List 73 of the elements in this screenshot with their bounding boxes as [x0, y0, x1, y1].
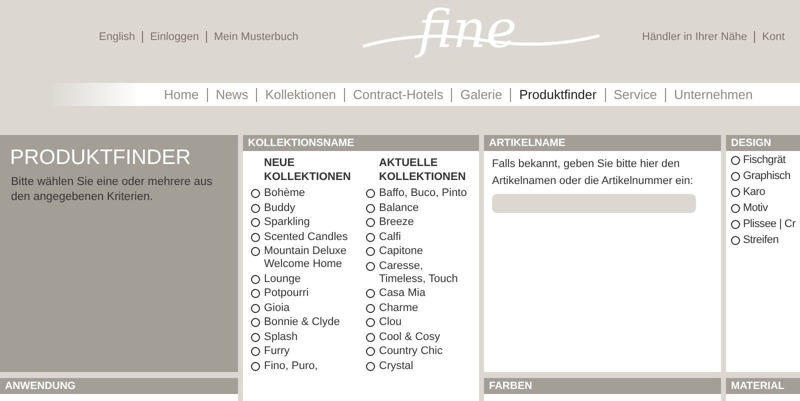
radio-button[interactable] — [251, 274, 260, 284]
radio-button[interactable] — [731, 188, 740, 197]
radio-button[interactable] — [251, 218, 260, 227]
radio-button[interactable] — [366, 218, 375, 227]
radio-button[interactable] — [251, 204, 260, 212]
radio-option[interactable]: Mountain Deluxe Welcome Home — [251, 245, 366, 271]
hint-text: Falls bekannt, geben Sie bitte hier den Artikelnamen oder die Artikelnummer ein: — [492, 157, 694, 189]
radio-button[interactable] — [731, 156, 740, 165]
radio-option[interactable]: Fischgrät — [731, 154, 800, 167]
column-heading: AKTUELLE KOLLEKTIONEN — [378, 156, 467, 184]
radio-button[interactable] — [366, 189, 375, 198]
radio-button[interactable] — [366, 232, 375, 242]
radio-option[interactable]: Breeze — [366, 216, 471, 229]
radio-option[interactable]: Cool & Cosy — [366, 330, 471, 344]
input-field[interactable] — [492, 194, 696, 213]
radio-button[interactable] — [731, 236, 740, 245]
radio-button[interactable] — [251, 232, 260, 242]
radio-option[interactable]: Crystal — [366, 360, 471, 372]
radio-button[interactable] — [251, 347, 260, 356]
radio-button[interactable] — [251, 318, 260, 327]
radio-option[interactable]: Plissee | Cr — [731, 218, 800, 231]
radio-option[interactable]: Furry — [251, 345, 366, 358]
radio-button[interactable] — [731, 220, 740, 229]
radio-button[interactable] — [366, 362, 375, 370]
radio-button[interactable] — [251, 362, 260, 370]
radio-button[interactable] — [366, 304, 375, 312]
radio-option[interactable]: Lounge — [251, 272, 366, 286]
radio-option[interactable]: Motiv — [731, 202, 800, 215]
radio-button[interactable] — [251, 304, 260, 312]
radio-button[interactable] — [366, 289, 375, 298]
section-header: DESIGN — [726, 135, 800, 151]
section-header: KOLLEKTIONSNAME — [243, 135, 479, 151]
radio-option[interactable]: Fino, Puro, — [251, 360, 366, 372]
radio-button[interactable] — [251, 289, 260, 298]
radio-button[interactable] — [731, 204, 740, 213]
radio-option[interactable]: Potpourri — [251, 287, 366, 300]
radio-button[interactable] — [366, 247, 375, 256]
radio-option[interactable]: Bohème — [251, 187, 366, 200]
radio-option[interactable]: Splash — [251, 330, 366, 344]
radio-option[interactable]: Sparkling — [251, 216, 366, 229]
radio-option[interactable]: Caresse, Timeless, Touch — [366, 260, 471, 286]
radio-option[interactable]: Buddy — [251, 202, 366, 214]
radio-button[interactable] — [251, 247, 260, 256]
radio-option[interactable]: Calfi — [366, 230, 471, 244]
nav-tab[interactable]: Produktfinder — [519, 84, 597, 104]
radio-button[interactable] — [366, 204, 375, 212]
radio-option[interactable]: Country Chic — [366, 345, 471, 358]
radio-option[interactable]: Scented Candles — [251, 230, 366, 244]
radio-option[interactable]: Streifen — [731, 234, 800, 247]
radio-option[interactable]: Charme — [366, 302, 471, 314]
radio-button[interactable] — [366, 347, 375, 356]
radio-option[interactable]: Capitone — [366, 245, 471, 258]
radio-option[interactable]: Clou — [366, 316, 471, 329]
radio-button[interactable] — [366, 332, 375, 342]
radio-option[interactable]: Gioia — [251, 302, 366, 314]
radio-option[interactable]: Graphisch — [731, 170, 800, 183]
radio-option[interactable]: Bonnie & Clyde — [251, 316, 366, 329]
radio-button[interactable] — [366, 318, 375, 327]
intro-text: Bitte wählen Sie eine oder mehrere aus den angegebenen Kriterien. — [10, 175, 214, 205]
radio-button[interactable] — [731, 172, 740, 181]
radio-button[interactable] — [251, 332, 260, 342]
radio-option[interactable]: Balance — [366, 202, 471, 214]
radio-button[interactable] — [251, 189, 260, 198]
column-heading: NEUE KOLLEKTIONEN — [263, 156, 352, 184]
section-header: MATERIAL — [726, 378, 800, 394]
section-header: ARTIKELNAME — [484, 135, 721, 151]
radio-option[interactable]: Karo — [731, 186, 800, 199]
page-title: PRODUKTFINDER — [10, 145, 192, 171]
radio-button[interactable] — [366, 262, 375, 270]
radio-option[interactable]: Baffo, Buco, Pinto — [366, 187, 471, 200]
section-header: FARBEN — [484, 378, 721, 394]
section-header: ANWENDUNG — [0, 378, 238, 394]
radio-option[interactable]: Casa Mia — [366, 287, 471, 300]
